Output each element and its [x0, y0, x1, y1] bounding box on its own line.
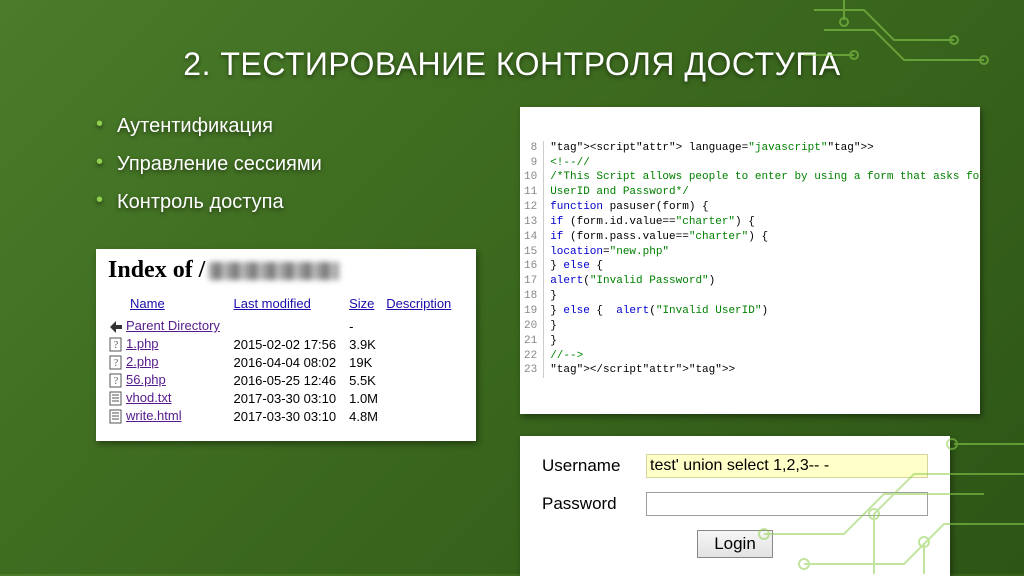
redacted-path	[209, 262, 339, 280]
file-icon: ?	[108, 337, 124, 352]
file-modified: 2015-02-02 17:56	[233, 335, 349, 353]
decor-circuit-top	[804, 0, 1024, 120]
file-link[interactable]: ?1.php	[108, 335, 233, 353]
file-size: 1.0M	[349, 389, 386, 407]
password-label: Password	[542, 494, 632, 514]
table-row: ?56.php2016-05-25 12:465.5K	[108, 371, 464, 389]
col-size[interactable]: Size	[349, 294, 386, 317]
bullet-list: Аутентификация Управление сессиями Контр…	[96, 107, 496, 221]
table-row: ?2.php2016-04-04 08:0219K	[108, 353, 464, 371]
file-modified	[233, 317, 349, 335]
file-icon	[108, 391, 124, 406]
file-link[interactable]: vhod.txt	[108, 389, 233, 407]
code-snippet-panel: 8 9 10 11 12 13 14 15 16 17 18 19 20 21 …	[520, 107, 980, 414]
file-size: -	[349, 317, 386, 335]
file-size: 3.9K	[349, 335, 386, 353]
file-desc	[386, 407, 464, 425]
table-row: vhod.txt2017-03-30 03:101.0M	[108, 389, 464, 407]
file-desc	[386, 335, 464, 353]
col-name[interactable]: Name	[108, 294, 233, 317]
table-row: Parent Directory -	[108, 317, 464, 335]
file-desc	[386, 317, 464, 335]
username-label: Username	[542, 456, 632, 476]
index-heading: Index of /	[108, 257, 205, 284]
file-modified: 2017-03-30 03:10	[233, 407, 349, 425]
bullet-item: Аутентификация	[96, 107, 496, 145]
file-link[interactable]: Parent Directory	[108, 317, 233, 335]
file-icon	[108, 409, 124, 424]
file-link[interactable]: ?56.php	[108, 371, 233, 389]
bullet-item: Контроль доступа	[96, 183, 496, 221]
svg-text:?: ?	[114, 340, 119, 351]
col-desc[interactable]: Description	[386, 294, 464, 317]
file-link[interactable]: write.html	[108, 407, 233, 425]
file-modified: 2017-03-30 03:10	[233, 389, 349, 407]
svg-text:?: ?	[114, 358, 119, 369]
file-icon: ?	[108, 355, 124, 370]
file-icon	[108, 319, 124, 334]
directory-table: Name Last modified Size Description Pare…	[108, 294, 464, 425]
file-desc	[386, 371, 464, 389]
file-desc	[386, 353, 464, 371]
bullet-item: Управление сессиями	[96, 145, 496, 183]
file-size: 5.5K	[349, 371, 386, 389]
svg-text:?: ?	[114, 376, 119, 387]
file-modified: 2016-05-25 12:46	[233, 371, 349, 389]
file-size: 19K	[349, 353, 386, 371]
decor-circuit-bottom	[724, 374, 1024, 574]
col-modified[interactable]: Last modified	[233, 294, 349, 317]
file-icon: ?	[108, 373, 124, 388]
directory-listing-panel: Index of / Name Last modified Size Descr…	[96, 249, 476, 441]
table-row: ?1.php2015-02-02 17:563.9K	[108, 335, 464, 353]
file-desc	[386, 389, 464, 407]
file-size: 4.8M	[349, 407, 386, 425]
file-link[interactable]: ?2.php	[108, 353, 233, 371]
file-modified: 2016-04-04 08:02	[233, 353, 349, 371]
table-row: write.html2017-03-30 03:104.8M	[108, 407, 464, 425]
